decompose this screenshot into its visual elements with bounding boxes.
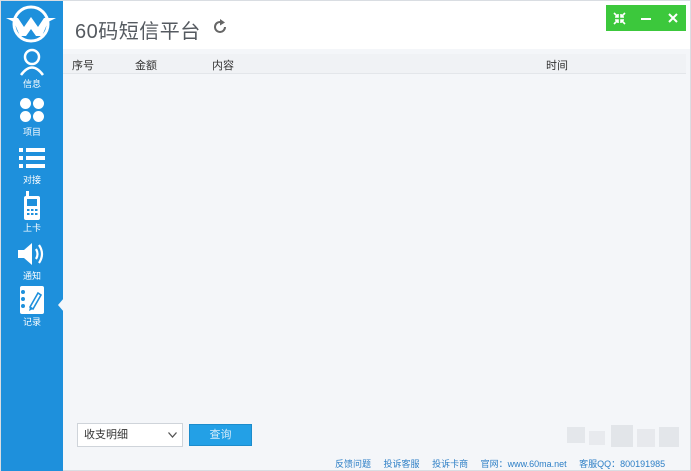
sidebar-item-label: 记录 (22, 317, 41, 327)
sidebar: 信息 项目 对接 上卡 通知 记录 (1, 1, 64, 471)
chevron-down-icon (168, 432, 177, 438)
sidebar-item-records[interactable]: 记录 (1, 285, 64, 331)
speaker-icon (17, 239, 47, 269)
app-title: 60码短信平台 (75, 21, 201, 43)
query-button[interactable]: 查询 (189, 424, 252, 446)
column-header-content: 内容 (212, 60, 234, 72)
website-link[interactable]: 官网：www.60ma.net (481, 459, 567, 469)
notebook-icon (17, 285, 47, 315)
complain-service-link[interactable]: 投诉客服 (384, 459, 420, 469)
feedback-link[interactable]: 反馈问题 (335, 459, 371, 469)
watermark-blur (567, 425, 679, 447)
table-body (63, 75, 686, 422)
sidebar-item-info[interactable]: 信息 (1, 47, 63, 93)
column-header-time: 时间 (546, 60, 568, 72)
column-header-index: 序号 (72, 60, 94, 72)
collapse-icon (613, 11, 626, 25)
sidebar-item-card[interactable]: 上卡 (1, 191, 63, 237)
app-window: 信息 项目 对接 上卡 通知 记录 60码短信平台 序号 金额 内容 时间 收支… (0, 0, 691, 471)
header: 60码短信平台 (63, 1, 690, 49)
sidebar-item-label: 上卡 (22, 223, 41, 233)
minimize-icon (640, 18, 651, 20)
sidebar-item-connect[interactable]: 对接 (1, 143, 63, 189)
table-header: 序号 金额 内容 时间 (63, 54, 686, 74)
sidebar-item-label: 项目 (22, 127, 41, 137)
phone-icon (17, 191, 47, 221)
grid-icon (17, 95, 47, 125)
sidebar-item-project[interactable]: 项目 (1, 95, 63, 141)
close-icon (667, 13, 678, 23)
sidebar-item-label: 信息 (22, 79, 41, 89)
sidebar-item-label: 对接 (22, 175, 41, 185)
complain-vendor-link[interactable]: 投诉卡商 (432, 459, 468, 469)
restore-button[interactable] (609, 8, 629, 28)
filter-select[interactable]: 收支明细 (77, 423, 183, 447)
window-controls (606, 5, 686, 31)
sidebar-item-notice[interactable]: 通知 (1, 239, 63, 285)
minimize-button[interactable] (636, 8, 656, 28)
user-icon (17, 47, 47, 77)
filter-select-value: 收支明细 (84, 429, 128, 441)
support-qq-link[interactable]: 客服QQ：800191985 (579, 459, 665, 469)
close-button[interactable] (663, 8, 683, 28)
list-icon (17, 143, 47, 173)
logo-icon (6, 5, 56, 43)
sidebar-item-label: 通知 (22, 271, 41, 281)
column-header-amount: 金额 (135, 60, 157, 72)
refresh-icon[interactable] (212, 19, 228, 35)
